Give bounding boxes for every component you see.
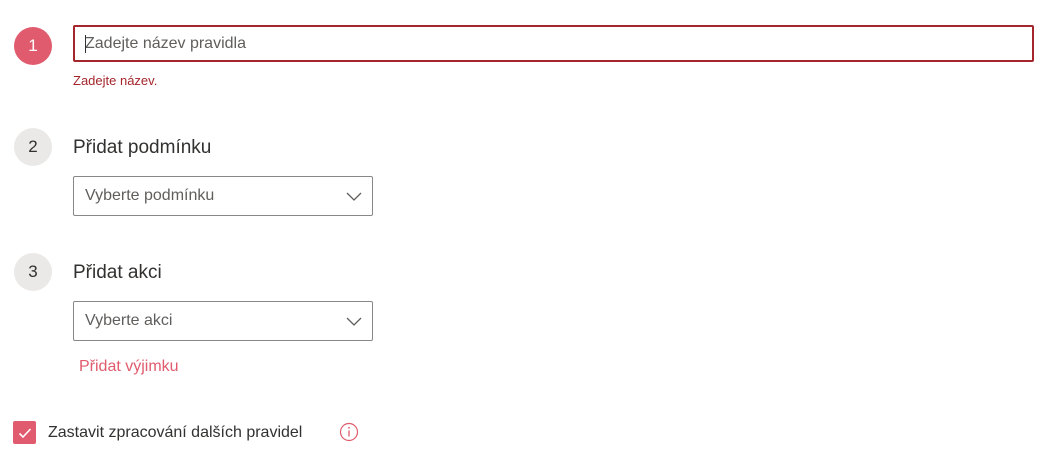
step-number-1: 1 xyxy=(28,36,38,55)
step-number-badge-1: 1 xyxy=(14,27,52,65)
step-number-2: 2 xyxy=(28,137,38,156)
action-dropdown-value: Vyberte akci xyxy=(85,312,173,329)
text-caret xyxy=(85,35,86,53)
step-number-badge-2: 2 xyxy=(14,128,52,166)
stop-processing-label: Zastavit zpracování dalších pravidel xyxy=(48,424,303,441)
checkmark-icon xyxy=(18,427,31,438)
chevron-down-icon xyxy=(346,317,362,326)
rule-name-error-message: Zadejte název. xyxy=(73,73,158,88)
rule-name-input[interactable] xyxy=(75,27,1032,60)
stop-processing-checkbox[interactable] xyxy=(13,421,36,444)
step-number-3: 3 xyxy=(28,262,38,281)
chevron-down-icon xyxy=(346,192,362,201)
rule-name-field[interactable] xyxy=(73,25,1034,62)
add-exception-link[interactable]: Přidat výjimku xyxy=(79,358,179,376)
add-action-heading: Přidat akci xyxy=(73,262,162,283)
step-number-badge-3: 3 xyxy=(14,253,52,291)
info-icon[interactable] xyxy=(339,422,359,442)
condition-dropdown-value: Vyberte podmínku xyxy=(85,187,215,204)
condition-dropdown[interactable]: Vyberte podmínku xyxy=(73,176,373,216)
action-dropdown[interactable]: Vyberte akci xyxy=(73,301,373,341)
add-condition-heading: Přidat podmínku xyxy=(73,137,212,158)
